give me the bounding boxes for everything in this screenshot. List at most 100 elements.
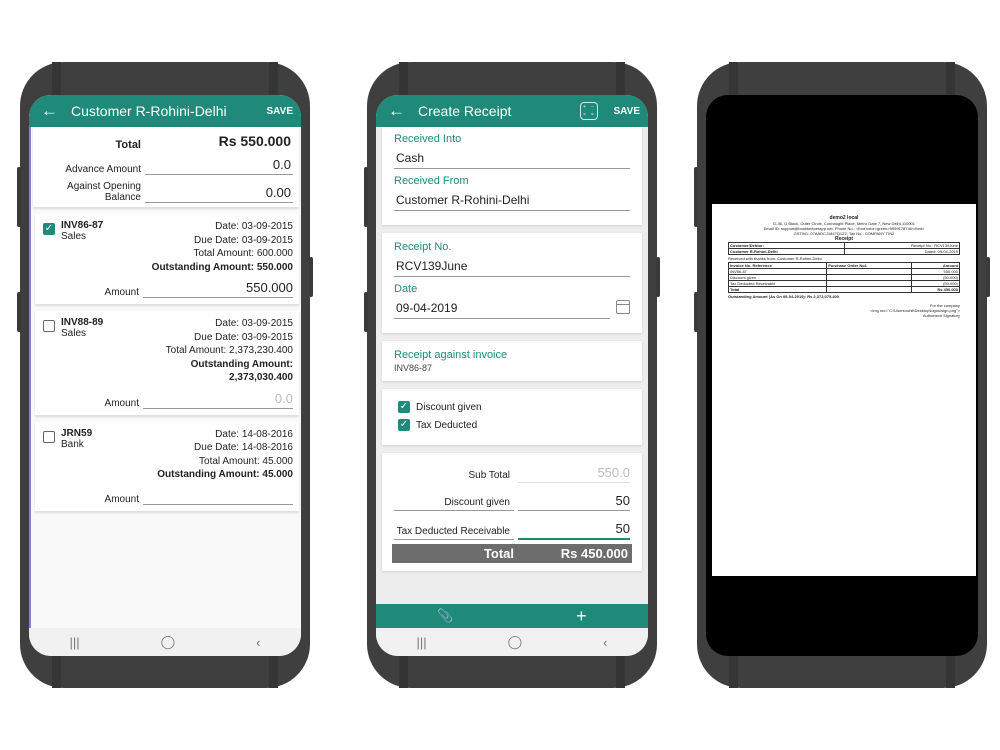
app-bar: ← Create Receipt + − × = SAVE [376, 95, 648, 127]
amount-input[interactable]: 550.000 [143, 280, 293, 298]
received-into-input[interactable]: Cash [394, 145, 630, 169]
receipt-no-label: Receipt No. [394, 241, 452, 253]
against-invoice-card[interactable]: Receipt against invoice INV86-87 [382, 341, 642, 381]
content: Total Rs 550.000 Advance Amount 0.0 Agai… [29, 127, 301, 628]
total-value: Rs 450.000 [560, 546, 628, 561]
invoice-outstanding: Outstanding Amount: 45.000 [157, 469, 293, 480]
page-title: Create Receipt [418, 103, 512, 119]
system-nav-bar: ||| ◯ ‹ [29, 628, 301, 656]
discount-checkbox[interactable]: ✓ [398, 401, 410, 413]
tax-checkbox-label: Tax Deducted [416, 419, 478, 431]
advance-label: Advance Amount [65, 164, 141, 175]
opening-balance-label: Against Opening Balance [67, 181, 141, 203]
nav-back-icon[interactable]: ‹ [603, 635, 607, 650]
invoice-type: Sales [61, 231, 87, 242]
invoice-due-date: Due Date: 03-09-2015 [194, 331, 293, 343]
invoice-due-date: Due Date: 03-09-2015 [194, 234, 293, 246]
invoice-total: Total Amount: 600.000 [193, 248, 293, 259]
amount-label: Amount [104, 287, 139, 298]
recent-apps-icon[interactable]: ||| [416, 635, 426, 650]
invoice-due-date: Due Date: 14-08-2016 [194, 442, 293, 453]
screen: ← Create Receipt + − × = SAVE Received I… [376, 95, 648, 656]
against-invoice-value: INV86-87 [394, 363, 433, 373]
party-card: Received Into Cash Received From Custome… [382, 127, 642, 225]
subtotal-value: 550.0 [518, 465, 630, 483]
invoice-checkbox[interactable] [43, 430, 55, 443]
calculator-icon[interactable]: + − × = [579, 102, 598, 120]
received-from-label: Received From [394, 175, 469, 187]
phone-receipt-preview: demo2 local G-36, G Block, Outer Circle,… [694, 62, 990, 688]
invoice-date: Date: 14-08-2016 [215, 428, 293, 440]
home-icon[interactable]: ◯ [161, 634, 176, 650]
invoice-type: Bank [61, 438, 84, 450]
tax-label: Tax Deducted Receivable [394, 526, 514, 540]
authorized-signatory: Authorized Signatory [922, 313, 960, 318]
invoice-date: Date: 03-09-2015 [215, 221, 293, 232]
home-icon[interactable]: ◯ [508, 634, 523, 650]
invoice-date: Date: 03-09-2015 [215, 318, 293, 329]
attach-icon[interactable]: 📎 [437, 608, 453, 624]
totals-card: Sub Total 550.0 Discount given 50 Tax De… [382, 453, 642, 571]
invoice-number: INV88-89 [61, 317, 104, 328]
amount-label: Amount [104, 397, 139, 409]
amount-input[interactable] [143, 488, 293, 505]
tax-checkbox[interactable]: ✓ [398, 419, 410, 431]
receipt-document: demo2 local G-36, G Block, Outer Circle,… [712, 204, 976, 576]
save-button[interactable]: SAVE [614, 106, 641, 117]
amount-input[interactable]: 0.0 [143, 391, 293, 409]
total-row: Total Rs 450.000 [727, 286, 961, 293]
total-label: Total [483, 546, 514, 561]
opening-balance-input[interactable]: 0.00 [145, 185, 293, 203]
screen: demo2 local G-36, G Block, Outer Circle,… [706, 95, 978, 656]
invoice-checkbox[interactable]: ✓ [43, 223, 55, 235]
against-invoice-label: Receipt against invoice [394, 349, 508, 361]
invoice-item: INV88-89 Sales Date: 03-09-2015 Due Date… [35, 311, 299, 416]
receipt-date: Dated: 09-04-2019 [844, 248, 960, 255]
add-icon[interactable]: + [576, 606, 587, 627]
options-card: ✓ Discount given ✓ Tax Deducted [382, 389, 642, 445]
save-button[interactable]: SAVE [267, 106, 294, 117]
system-nav-bar: ||| ◯ ‹ [376, 628, 648, 656]
total-value: Rs 550.000 [218, 133, 291, 149]
customer-name: Customer R-Rohini-Delhi [727, 248, 846, 255]
total-label: Total [115, 139, 141, 151]
back-arrow-icon[interactable]: ← [41, 101, 61, 121]
invoice-number: INV86-87 [61, 220, 104, 231]
tax-input[interactable]: 50 [518, 521, 630, 540]
items-table: Invoice No. Reference Purchase Order No1… [727, 262, 961, 293]
customer-table: Customer/Debtor: Receipt No.: RCV139June… [727, 242, 960, 255]
invoice-item: ✓ INV86-87 Sales Date: 03-09-2015 Due Da… [35, 214, 299, 305]
phone-invoice-allocation: ← Customer R-Rohini-Delhi SAVE Total Rs … [17, 62, 313, 688]
content: Received Into Cash Received From Custome… [376, 127, 648, 628]
invoice-item: JRN59 Bank Date: 14-08-2016 Due Date: 14… [35, 421, 299, 512]
app-bar: ← Customer R-Rohini-Delhi SAVE [29, 95, 301, 127]
invoice-total: Total Amount: 2,373,230.400 [165, 345, 293, 356]
recent-apps-icon[interactable]: ||| [69, 635, 79, 650]
receipt-info-card: Receipt No. RCV139June Date 09-04-2019 [382, 233, 642, 333]
invoice-outstanding: Outstanding Amount: 550.000 [151, 261, 293, 273]
discount-input[interactable]: 50 [518, 493, 630, 511]
discount-checkbox-label: Discount given [416, 401, 482, 413]
invoice-total: Total Amount: 45.000 [199, 455, 293, 467]
back-arrow-icon[interactable]: ← [388, 101, 408, 121]
thanks-line: Received with thanks from: Customer R-Ro… [728, 256, 822, 261]
calendar-icon[interactable] [616, 300, 630, 314]
invoice-number: JRN59 [61, 427, 93, 439]
nav-back-icon[interactable]: ‹ [256, 635, 260, 650]
received-into-label: Received Into [394, 133, 462, 145]
date-label: Date [394, 283, 418, 295]
receipt-no-input[interactable]: RCV139June [394, 253, 630, 277]
action-bar: 📎 + [376, 604, 648, 628]
received-from-input[interactable]: Customer R-Rohini-Delhi [394, 187, 630, 211]
invoice-checkbox[interactable] [43, 320, 55, 332]
advance-amount-input[interactable]: 0.0 [145, 157, 293, 175]
invoice-type: Sales [61, 328, 87, 339]
screen: ← Customer R-Rohini-Delhi SAVE Total Rs … [29, 95, 301, 656]
subtotal-label: Sub Total [468, 470, 510, 481]
page-title: Customer R-Rohini-Delhi [71, 103, 227, 119]
date-input[interactable]: 09-04-2019 [394, 295, 610, 319]
invoice-outstanding: Outstanding Amount: 2,373,030.400 [190, 358, 293, 384]
phone-create-receipt: ← Create Receipt + − × = SAVE Received I… [364, 62, 660, 688]
discount-label: Discount given [394, 497, 514, 511]
total-bar: Total Rs 450.000 [392, 544, 632, 563]
